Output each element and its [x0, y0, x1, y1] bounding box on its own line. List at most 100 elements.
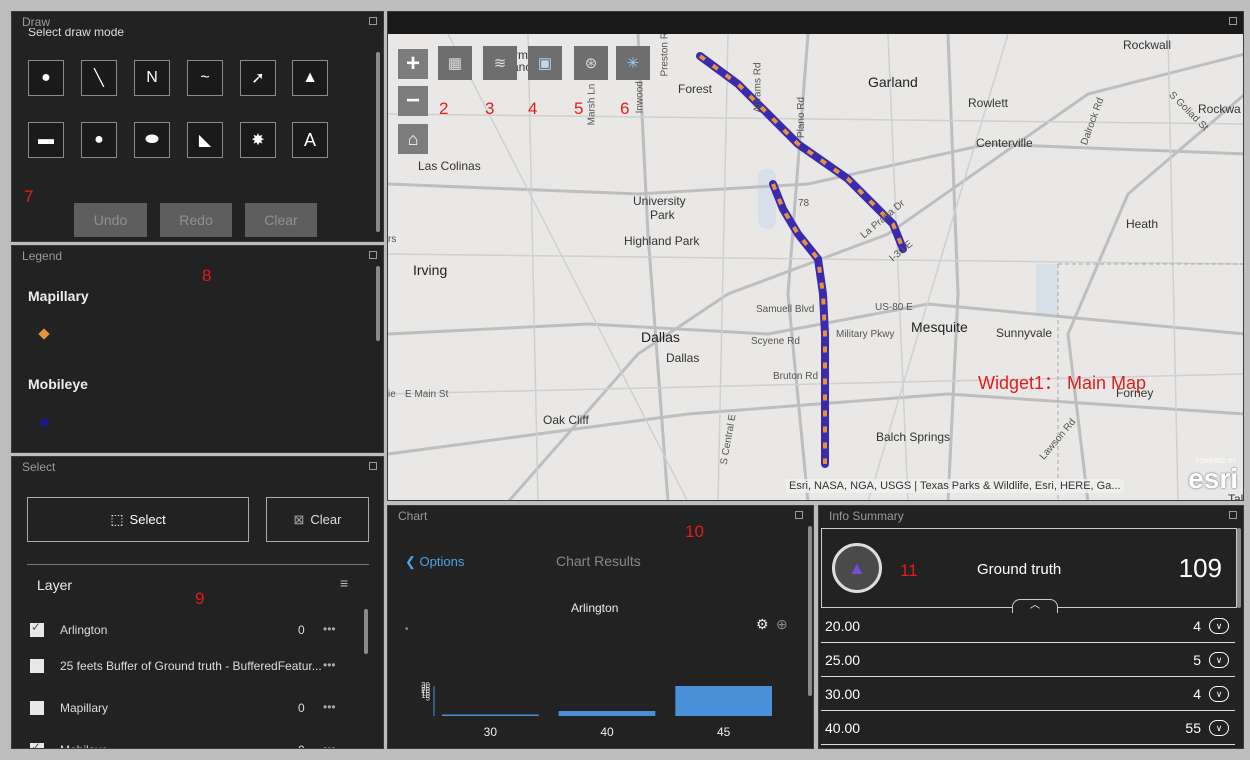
draw-tool-button[interactable]: ●	[28, 60, 64, 96]
basemap-gallery-button[interactable]: ▣	[528, 46, 562, 80]
maximize-icon[interactable]	[795, 511, 803, 519]
layer-name: Mobileye	[60, 743, 108, 748]
scrollbar[interactable]	[376, 52, 380, 232]
chart-dot: •	[405, 624, 409, 635]
draw-mode-label: Select draw mode	[28, 28, 125, 39]
chevron-down-icon[interactable]: ∨	[1209, 618, 1229, 634]
layer-name: Mapillary	[60, 701, 109, 715]
layer-row[interactable]: ✓ Arlington 0 •••	[18, 617, 348, 643]
layer-header: Layer	[37, 577, 73, 593]
maximize-icon[interactable]	[1229, 511, 1237, 519]
chevron-down-icon[interactable]: ∨	[1209, 652, 1229, 668]
more-options-icon[interactable]: •••	[323, 742, 336, 748]
draw-tool-button[interactable]: Ν	[134, 60, 170, 96]
circle-icon: ●	[94, 131, 104, 148]
chart-zoom-icon[interactable]: ⊕	[776, 616, 788, 633]
summary-row[interactable]: 20.00 4 ∨	[821, 610, 1235, 643]
layer-row[interactable]: Mapillary 0 •••	[18, 695, 348, 721]
chart-title: Arlington	[571, 601, 619, 615]
layer-list-button[interactable]: ≋	[483, 46, 517, 80]
layer-count: 0	[298, 623, 305, 637]
layer-name: 25 feets Buffer of Ground truth - Buffer…	[60, 659, 322, 673]
undo-button[interactable]: Undo	[74, 203, 147, 237]
more-options-icon[interactable]: •••	[323, 622, 336, 636]
summary-row[interactable]: 25.00 5 ∨	[821, 644, 1235, 677]
map-attribution: Esri, NASA, NGA, USGS | Texas Parks & Wi…	[786, 479, 1124, 493]
place-label: Las Colinas	[418, 159, 481, 173]
maximize-icon[interactable]	[1229, 17, 1237, 25]
chart-panel-title: Chart	[398, 509, 428, 523]
draw-tool-button[interactable]: ✸	[240, 122, 276, 158]
widget-number-5: 5	[574, 99, 584, 118]
check-icon: ✓	[31, 620, 42, 634]
clear-draw-button[interactable]: Clear	[245, 203, 317, 237]
maximize-icon[interactable]	[369, 17, 377, 25]
road-label: rs	[388, 234, 397, 245]
draw-tool-button[interactable]: ⬬	[134, 122, 170, 158]
zoom-out-button[interactable]: −	[398, 86, 428, 116]
layer-row[interactable]: ✓ Mobileye 0 •••	[18, 737, 348, 748]
x-tick-label: 30	[484, 725, 498, 739]
summary-row[interactable]: 40.00 55 ∨	[821, 712, 1235, 745]
draw-tool-button[interactable]: ➚	[240, 60, 276, 96]
measure-button[interactable]: ▦	[438, 46, 472, 80]
draw-tool-button[interactable]: ▲	[292, 60, 328, 96]
layer-name: Arlington	[60, 623, 108, 637]
widget-number-10: 10	[685, 522, 704, 541]
select-all-filter-icon[interactable]: ≡	[340, 575, 356, 593]
place-label: Heath	[1126, 217, 1159, 231]
locate-icon: ✳	[626, 55, 640, 72]
row-label: 40.00	[825, 720, 861, 736]
row-label: 20.00	[825, 618, 861, 634]
line-icon: ╲	[94, 70, 104, 87]
row-label: 25.00	[825, 652, 861, 668]
measurement-button[interactable]: ⊛	[574, 46, 608, 80]
row-value: 5	[1193, 652, 1201, 668]
maximize-icon[interactable]	[369, 462, 377, 470]
bar[interactable]	[442, 714, 539, 717]
bar[interactable]	[558, 711, 656, 716]
redo-button[interactable]: Redo	[160, 203, 232, 237]
legend-item-label: Mapillary	[28, 288, 89, 304]
summary-row[interactable]: 30.00 4 ∨	[821, 678, 1235, 711]
draw-tool-button[interactable]: A	[292, 122, 328, 158]
summary-header[interactable]: ▲ 11 Ground truth 109 ︿	[821, 528, 1237, 613]
widget-number-3: 3	[485, 99, 495, 118]
place-label: Oak Cliff	[543, 413, 589, 427]
home-button[interactable]: ⌂	[398, 124, 428, 154]
place-label: University	[633, 194, 686, 208]
map-canvas[interactable]: Rockwall Garland Rowlett Rockwa Forest Center…	[388, 34, 1243, 500]
layer-row[interactable]: 25 feets Buffer of Ground truth - Buffer…	[18, 653, 348, 679]
place-label: Garland	[868, 74, 918, 90]
rectangle-icon: ▬	[38, 131, 54, 148]
scrollbar[interactable]	[808, 526, 812, 696]
draw-tool-button[interactable]: ◣	[187, 122, 223, 158]
road-label: Marsh Ln	[586, 83, 598, 126]
scrollbar[interactable]	[1237, 528, 1241, 608]
zoom-in-button[interactable]: +	[398, 49, 428, 79]
scrollbar[interactable]	[376, 266, 380, 341]
draw-tool-button[interactable]: ╲	[81, 60, 117, 96]
map-panel: Rockwall Garland Rowlett Rockwa Forest Center…	[387, 11, 1244, 501]
more-options-icon[interactable]: •••	[323, 658, 336, 672]
draw-tool-button[interactable]: ▬	[28, 122, 64, 158]
clear-button-label: Clear	[310, 512, 342, 527]
maximize-icon[interactable]	[369, 251, 377, 259]
options-link[interactable]: ❮ Options	[405, 554, 464, 570]
chart-settings-icon[interactable]: ⚙	[756, 616, 769, 633]
bar[interactable]	[675, 686, 772, 716]
summary-count: 109	[1178, 553, 1222, 583]
road-label: Preston Rd	[659, 34, 671, 77]
checkbox[interactable]	[30, 701, 44, 715]
select-button[interactable]: ⬚ Select	[27, 497, 249, 542]
chevron-down-icon[interactable]: ∨	[1209, 720, 1229, 736]
checkbox[interactable]	[30, 659, 44, 673]
more-options-icon[interactable]: •••	[323, 700, 336, 714]
chevron-down-icon[interactable]: ∨	[1209, 686, 1229, 702]
my-location-button[interactable]: ✳	[616, 46, 650, 80]
draw-tool-button[interactable]: ~	[187, 60, 223, 96]
scrollbar[interactable]	[364, 609, 368, 654]
y-tick-label: 5	[426, 694, 431, 703]
clear-selection-button[interactable]: ⊠ Clear	[266, 497, 369, 542]
draw-tool-button[interactable]: ●	[81, 122, 117, 158]
